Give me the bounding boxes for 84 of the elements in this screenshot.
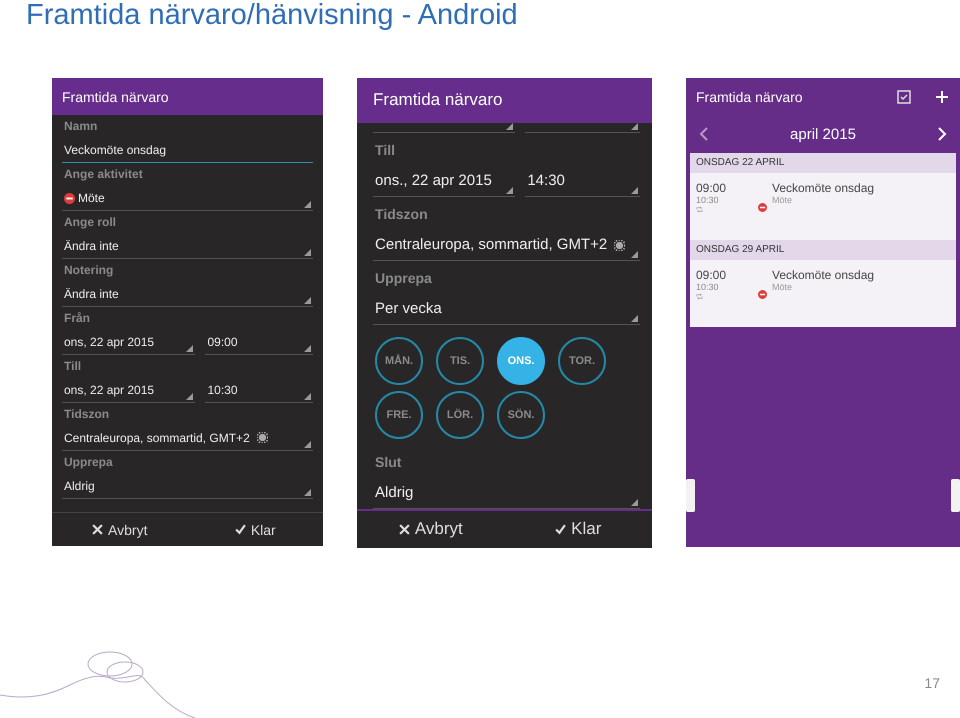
- dropdown-corner-icon: [630, 314, 638, 322]
- close-icon: [398, 524, 410, 535]
- screen-title: Framtida närvaro: [62, 88, 170, 104]
- field-label: Tidszon: [63, 406, 110, 423]
- end-time: 10:30: [696, 195, 719, 206]
- screen-title: Framtida närvaro: [373, 90, 504, 110]
- field-label: Från: [63, 310, 92, 327]
- time-dropdown[interactable]: 14:30: [525, 162, 640, 197]
- field-label: Slut: [374, 452, 402, 472]
- done-button[interactable]: Klar: [188, 520, 324, 538]
- dropdown-corner-icon: [304, 393, 312, 400]
- field-label: Till: [374, 140, 396, 160]
- dropdown-corner-icon: [506, 186, 514, 194]
- cancel-button[interactable]: Avbryt: [52, 520, 188, 538]
- event-activity: Möte: [772, 282, 792, 293]
- date-heading: ONSDAG 29 APRIL: [690, 240, 956, 260]
- date-dropdown[interactable]: ons, 22 apr 2015: [62, 327, 196, 355]
- dropdown-corner-icon: [186, 393, 194, 400]
- start-time: 09:00: [696, 181, 726, 195]
- dropdown-corner-icon: [630, 122, 638, 130]
- end-time: 10:30: [696, 282, 719, 293]
- dropdown-corner-icon: [304, 297, 312, 304]
- field-label: Ange aktivitet: [63, 166, 144, 183]
- field-label: Tidszon: [374, 204, 429, 224]
- date-heading: ONSDAG 22 APRIL: [690, 153, 956, 173]
- time-dropdown[interactable]: 10:30: [205, 375, 314, 403]
- dropdown-corner-icon: [630, 186, 638, 194]
- weekday-toggle[interactable]: FRE.: [375, 390, 424, 439]
- weekday-toggle[interactable]: LÖR.: [436, 390, 484, 439]
- minus-circle-icon: [758, 203, 767, 212]
- repeat-icon: [696, 206, 703, 213]
- input-field[interactable]: Veckomöte onsdag: [62, 135, 314, 163]
- cancel-button[interactable]: Avbryt: [357, 518, 505, 540]
- dropdown[interactable]: Möte: [62, 183, 314, 211]
- slide-title: Framtida närvaro/hänvisning - Android: [25, 0, 519, 30]
- plus-icon[interactable]: [934, 88, 950, 104]
- page-number: 17: [924, 675, 940, 691]
- dropdown[interactable]: Ändra inte: [62, 279, 314, 307]
- dropdown-corner-icon: [186, 345, 194, 352]
- dropdown[interactable]: Ändra inte: [62, 231, 314, 259]
- weekday-toggle[interactable]: MÅN.: [375, 336, 424, 385]
- screen-title: Framtida närvaro: [696, 88, 804, 104]
- field-label: Upprepa: [63, 454, 114, 471]
- drawer-handle[interactable]: [951, 479, 960, 512]
- weekday-toggle[interactable]: TIS.: [436, 336, 484, 385]
- field-label: Namn: [63, 118, 98, 135]
- event-title: Veckomöte onsdag: [772, 181, 874, 195]
- date-dropdown[interactable]: ons, 22 apr 2015: [62, 375, 196, 403]
- dropdown[interactable]: Aldrig: [62, 471, 314, 499]
- dropdown[interactable]: Per vecka: [373, 290, 640, 325]
- event-activity: Möte: [772, 195, 792, 206]
- gear-icon: [256, 432, 268, 443]
- dropdown-corner-icon: [304, 441, 312, 448]
- month-label: april 2015: [790, 126, 856, 142]
- gear-icon: [614, 240, 626, 251]
- done-button[interactable]: Klar: [504, 518, 652, 540]
- drawer-handle[interactable]: [686, 479, 695, 512]
- minus-circle-icon: [64, 193, 75, 204]
- field-label: Upprepa: [374, 268, 433, 288]
- dropdown-corner-icon: [630, 250, 638, 258]
- weekday-toggle[interactable]: TOR.: [558, 336, 606, 385]
- weekday-toggle[interactable]: SÖN.: [497, 390, 546, 439]
- dropdown[interactable]: Aldrig: [373, 474, 640, 509]
- event-title: Veckomöte onsdag: [772, 268, 874, 282]
- close-icon: [92, 524, 104, 535]
- calendar-check-icon[interactable]: [896, 88, 912, 104]
- field-label: Ange roll: [63, 214, 118, 231]
- checkmark-icon: [555, 524, 566, 535]
- dropdown-corner-icon: [304, 201, 312, 208]
- dropdown[interactable]: Centraleuropa, sommartid, GMT+2: [62, 423, 314, 451]
- dropdown-corner-icon: [304, 489, 312, 496]
- field-label: Notering: [63, 262, 114, 279]
- field-label: Till: [63, 358, 82, 375]
- dropdown-corner-icon: [506, 122, 514, 130]
- date-dropdown[interactable]: ons., 22 apr 2015: [373, 162, 516, 197]
- minus-circle-icon: [758, 290, 767, 299]
- checkmark-icon: [234, 524, 246, 535]
- dropdown-corner-icon: [304, 249, 312, 256]
- time-dropdown[interactable]: 09:00: [205, 327, 314, 355]
- dropdown-corner-icon: [304, 345, 312, 352]
- start-time: 09:00: [696, 268, 726, 282]
- dropdown-corner-icon: [630, 498, 638, 506]
- dropdown[interactable]: Centraleuropa, sommartid, GMT+2: [373, 226, 640, 261]
- repeat-icon: [696, 293, 703, 300]
